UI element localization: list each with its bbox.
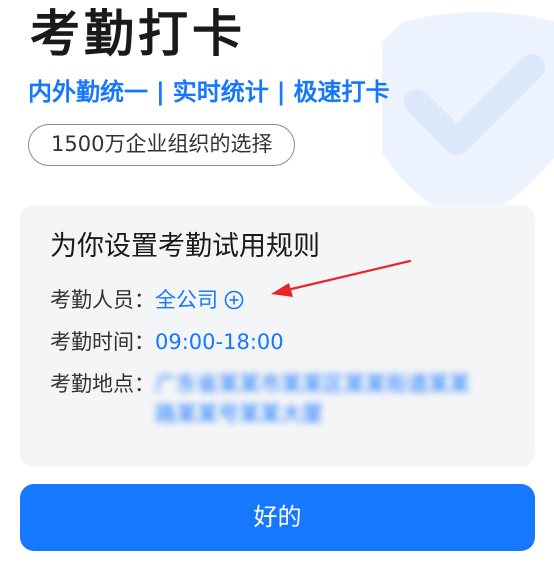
staff-value-link[interactable]: 全公司	[155, 288, 244, 312]
ok-button[interactable]: 好的	[20, 484, 535, 551]
feature-item: 极速打卡	[293, 78, 390, 106]
place-label: 考勤地点：	[50, 372, 155, 396]
attendance-place-row: 考勤地点：广东省某某市某某区某某街道某某路某某号某某大厦	[50, 369, 485, 429]
staff-label: 考勤人员：	[50, 288, 155, 312]
place-value[interactable]: 广东省某某市某某区某某街道某某路某某号某某大厦	[155, 369, 485, 429]
red-arrow-icon	[271, 259, 412, 297]
feature-tagline: 内外勤统一 | 实时统计 | 极速打卡	[28, 76, 390, 108]
time-value[interactable]: 09:00-18:00	[155, 330, 284, 354]
staff-value: 全公司	[155, 288, 218, 312]
user-count-badge: 1500万企业组织的选择	[28, 124, 296, 166]
page-title: 考勤打卡	[30, 5, 246, 63]
plus-circle-icon[interactable]	[224, 290, 244, 310]
trial-rules-card: 为你设置考勤试用规则 考勤人员：全公司 考勤时间：09:00-18:00 考勤地…	[20, 205, 535, 467]
feature-item: 实时统计	[172, 78, 269, 106]
attendance-time-row: 考勤时间：09:00-18:00	[50, 327, 284, 357]
time-label: 考勤时间：	[50, 330, 155, 354]
feature-separator: |	[276, 78, 286, 106]
feature-separator: |	[156, 78, 165, 106]
attendance-staff-row: 考勤人员：全公司	[50, 285, 244, 315]
check-shield-icon	[382, 12, 554, 222]
feature-item: 内外勤统一	[28, 78, 148, 106]
